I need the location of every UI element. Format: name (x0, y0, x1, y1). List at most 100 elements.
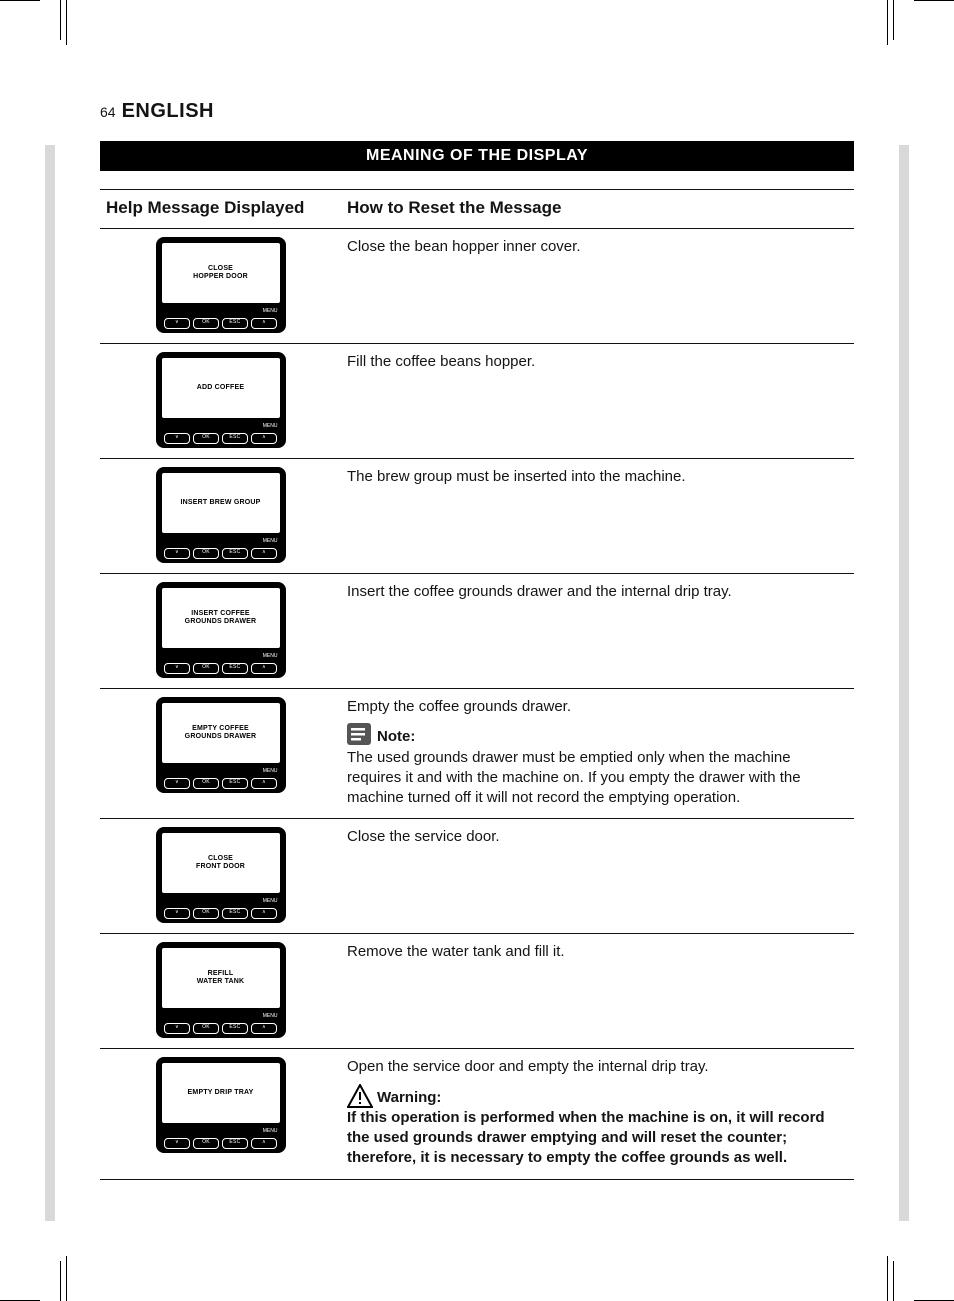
lcd-screen: EMPTY COFFEE GROUNDS DRAWER (162, 703, 280, 763)
lcd-label-row: MENU (162, 1014, 280, 1019)
lcd-label-right: MENU (263, 539, 278, 544)
lcd-btn-down: ∨ (164, 1138, 190, 1149)
lcd-btn-ok: OK (193, 908, 219, 919)
lcd-line-1: ADD COFFEE (197, 384, 245, 392)
reset-cell: The brew group must be inserted into the… (341, 459, 854, 574)
lcd-screen: REFILL WATER TANK (162, 948, 280, 1008)
reset-cell: Empty the coffee grounds drawer. Note: T… (341, 689, 854, 819)
reset-cell: Open the service door and empty the inte… (341, 1049, 854, 1179)
lcd-label-row: MENU (162, 654, 280, 659)
lcd-btn-down: ∨ (164, 318, 190, 329)
reset-cell: Close the service door. (341, 819, 854, 934)
crop-mark (887, 0, 888, 45)
crop-mark (66, 1256, 67, 1301)
lcd-frame: EMPTY DRIP TRAY MENU ∨ OK ESC ∧ (156, 1057, 286, 1153)
lcd-btn-up: ∧ (251, 908, 277, 919)
lcd-btn-esc: ESC (222, 663, 248, 674)
help-message-cell: EMPTY COFFEE GROUNDS DRAWER MENU ∨ OK ES… (100, 689, 341, 819)
lcd-line-1: EMPTY DRIP TRAY (188, 1089, 254, 1097)
lcd-btn-ok: OK (193, 1138, 219, 1149)
table-row: EMPTY COFFEE GROUNDS DRAWER MENU ∨ OK ES… (100, 689, 854, 819)
lcd-label-right: MENU (263, 309, 278, 314)
lcd-line-2: FRONT DOOR (196, 863, 245, 871)
lcd-label-row: MENU (162, 309, 280, 314)
crop-mark (893, 0, 894, 40)
lcd-btn-down: ∨ (164, 908, 190, 919)
lcd-btn-down: ∨ (164, 433, 190, 444)
lcd-btn-down: ∨ (164, 778, 190, 789)
lcd-label-right: MENU (263, 769, 278, 774)
lcd-line-1: CLOSE (208, 855, 233, 863)
reset-instruction: Remove the water tank and fill it. (347, 942, 848, 962)
lcd-frame: CLOSE HOPPER DOOR MENU ∨ OK ESC ∧ (156, 237, 286, 333)
help-message-cell: REFILL WATER TANK MENU ∨ OK ESC ∧ (100, 934, 341, 1049)
lcd-frame: ADD COFFEE MENU ∨ OK ESC ∧ (156, 352, 286, 448)
lcd-btn-esc: ESC (222, 908, 248, 919)
lcd-btn-down: ∨ (164, 663, 190, 674)
lcd-screen: INSERT BREW GROUP (162, 473, 280, 533)
lcd-frame: REFILL WATER TANK MENU ∨ OK ESC ∧ (156, 942, 286, 1038)
lcd-screen: INSERT COFFEE GROUNDS DRAWER (162, 588, 280, 648)
page: 64 ENGLISH MEANING OF THE DISPLAY Help M… (0, 0, 954, 1301)
lcd-label-right: MENU (263, 1129, 278, 1134)
page-header: 64 ENGLISH (100, 100, 854, 123)
col-header-reset: How to Reset the Message (341, 190, 854, 229)
note-body: The used grounds drawer must be emptied … (347, 748, 848, 809)
lcd-btn-up: ∧ (251, 433, 277, 444)
lcd-button-row: ∨ OK ESC ∧ (162, 1023, 280, 1034)
lcd-btn-esc: ESC (222, 433, 248, 444)
lcd-line-2: WATER TANK (197, 978, 245, 986)
lcd-frame: INSERT BREW GROUP MENU ∨ OK ESC ∧ (156, 467, 286, 563)
table-row: INSERT COFFEE GROUNDS DRAWER MENU ∨ OK E… (100, 574, 854, 689)
grey-edge-left (45, 145, 55, 1221)
lcd-btn-ok: OK (193, 433, 219, 444)
lcd-btn-down: ∨ (164, 1023, 190, 1034)
lcd-line-1: INSERT COFFEE (191, 610, 250, 618)
grey-edge-right (899, 145, 909, 1221)
lcd-label-row: MENU (162, 899, 280, 904)
lcd-button-row: ∨ OK ESC ∧ (162, 663, 280, 674)
lcd-label-right: MENU (263, 654, 278, 659)
lcd-btn-esc: ESC (222, 1138, 248, 1149)
lcd-button-row: ∨ OK ESC ∧ (162, 778, 280, 789)
table-header-row: Help Message Displayed How to Reset the … (100, 190, 854, 229)
section-title: MEANING OF THE DISPLAY (100, 141, 854, 171)
crop-mark (60, 0, 61, 40)
lcd-btn-esc: ESC (222, 778, 248, 789)
language-header: ENGLISH (122, 100, 214, 123)
reset-instruction: The brew group must be inserted into the… (347, 467, 848, 487)
lcd-display: INSERT COFFEE GROUNDS DRAWER MENU ∨ OK E… (156, 582, 286, 678)
reset-instruction: Close the service door. (347, 827, 848, 847)
lcd-label-right: MENU (263, 1014, 278, 1019)
lcd-screen: CLOSE FRONT DOOR (162, 833, 280, 893)
lcd-btn-up: ∧ (251, 1138, 277, 1149)
lcd-frame: EMPTY COFFEE GROUNDS DRAWER MENU ∨ OK ES… (156, 697, 286, 793)
warning-label: Warning: (377, 1089, 441, 1106)
lcd-label-row: MENU (162, 539, 280, 544)
lcd-button-row: ∨ OK ESC ∧ (162, 908, 280, 919)
table-row: ADD COFFEE MENU ∨ OK ESC ∧ Fill the coff… (100, 344, 854, 459)
help-message-cell: CLOSE HOPPER DOOR MENU ∨ OK ESC ∧ (100, 229, 341, 344)
crop-mark (914, 0, 954, 1)
lcd-line-1: CLOSE (208, 265, 233, 273)
lcd-display: INSERT BREW GROUP MENU ∨ OK ESC ∧ (156, 467, 286, 563)
lcd-btn-up: ∧ (251, 778, 277, 789)
lcd-display: REFILL WATER TANK MENU ∨ OK ESC ∧ (156, 942, 286, 1038)
lcd-btn-up: ∧ (251, 548, 277, 559)
lcd-display: CLOSE HOPPER DOOR MENU ∨ OK ESC ∧ (156, 237, 286, 333)
lcd-line-1: REFILL (208, 970, 234, 978)
lcd-btn-up: ∧ (251, 663, 277, 674)
col-header-help: Help Message Displayed (100, 190, 341, 229)
lcd-btn-ok: OK (193, 778, 219, 789)
lcd-btn-up: ∧ (251, 1023, 277, 1034)
display-meaning-table: Help Message Displayed How to Reset the … (100, 189, 854, 1180)
lcd-line-2: GROUNDS DRAWER (185, 733, 257, 741)
reset-cell: Insert the coffee grounds drawer and the… (341, 574, 854, 689)
lcd-screen: ADD COFFEE (162, 358, 280, 418)
reset-cell: Remove the water tank and fill it. (341, 934, 854, 1049)
lcd-button-row: ∨ OK ESC ∧ (162, 433, 280, 444)
lcd-frame: CLOSE FRONT DOOR MENU ∨ OK ESC ∧ (156, 827, 286, 923)
crop-mark (66, 0, 67, 45)
lcd-label-right: MENU (263, 899, 278, 904)
lcd-label-row: MENU (162, 1129, 280, 1134)
